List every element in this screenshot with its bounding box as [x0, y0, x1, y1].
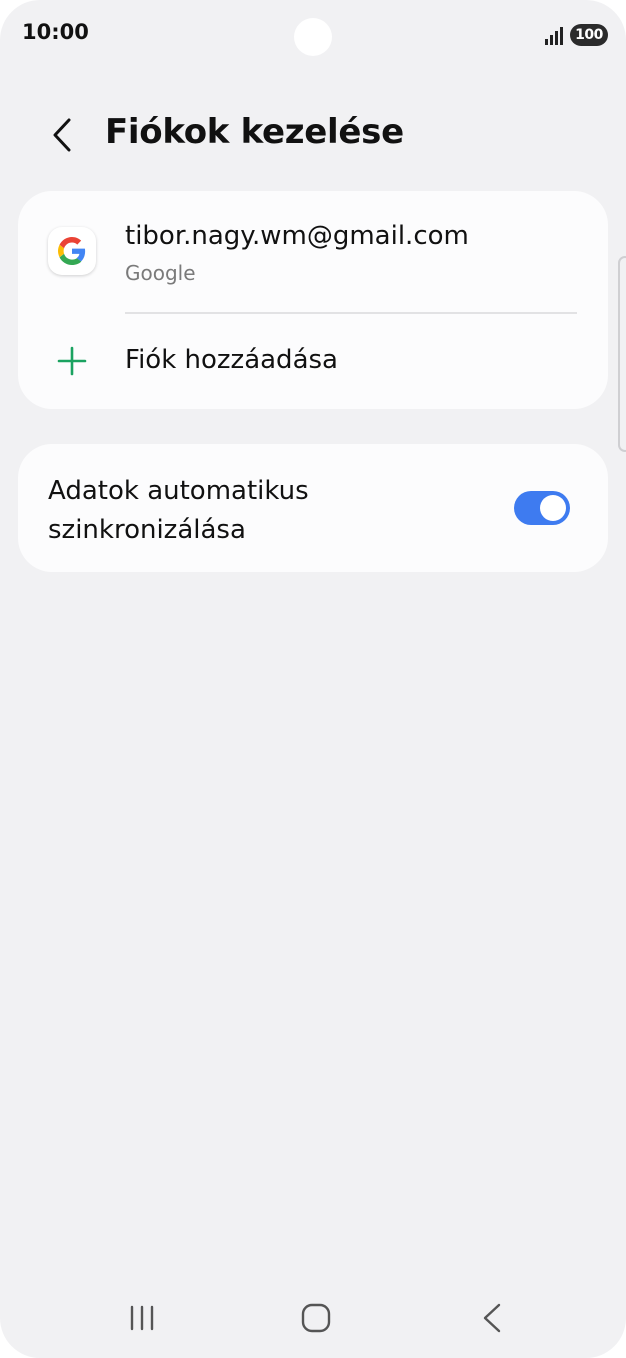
home-icon: [301, 1303, 331, 1333]
auto-sync-label: Adatok automatikus szinkronizálása: [48, 476, 309, 545]
toggle-knob: [540, 495, 566, 521]
auto-sync-toggle[interactable]: [514, 491, 570, 525]
recent-apps-button[interactable]: [118, 1294, 166, 1342]
signal-icon: [545, 27, 563, 45]
google-logo-icon: [48, 227, 96, 275]
chevron-left-icon: [53, 118, 71, 152]
account-item-google[interactable]: tibor.nagy.wm@gmail.com Google: [18, 191, 608, 311]
nav-back-button[interactable]: [468, 1294, 516, 1342]
account-provider: Google: [125, 261, 196, 285]
plus-icon: [57, 346, 87, 376]
camera-cutout: [294, 18, 332, 56]
status-time: 10:00: [22, 20, 89, 44]
auto-sync-row[interactable]: Adatok automatikus szinkronizálása: [18, 444, 608, 572]
back-button[interactable]: [40, 110, 86, 160]
battery-level: 100: [575, 27, 603, 43]
back-icon: [483, 1303, 501, 1333]
recent-apps-icon: [130, 1305, 154, 1331]
battery-icon: 100: [570, 24, 608, 46]
page-title: Fiókok kezelése: [105, 112, 404, 152]
sync-card: Adatok automatikus szinkronizálása: [18, 444, 608, 572]
add-account-button[interactable]: Fiók hozzáadása: [18, 315, 608, 405]
divider: [125, 312, 577, 314]
account-email: tibor.nagy.wm@gmail.com: [125, 221, 469, 251]
accounts-card: tibor.nagy.wm@gmail.com Google Fiók hozz…: [18, 191, 608, 409]
add-account-label: Fiók hozzáadása: [125, 345, 338, 375]
edge-panel-handle[interactable]: [618, 256, 626, 452]
home-button[interactable]: [292, 1294, 340, 1342]
screen: 10:00 100 Fiókok kezelése tibor.nagy.wm@…: [0, 0, 626, 1358]
